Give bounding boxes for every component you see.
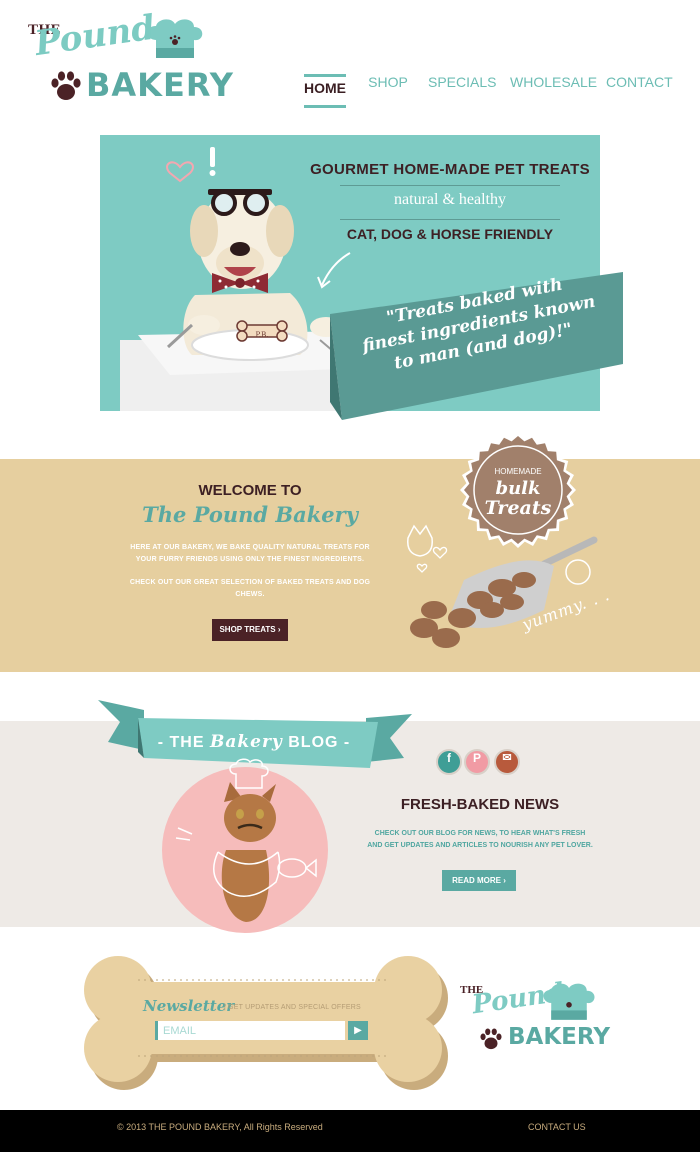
logo-bakery: BAKERY [508, 1024, 610, 1050]
logo-bakery: BAKERY [86, 66, 234, 104]
shop-treats-button[interactable]: SHOP TREATS › [212, 619, 288, 641]
blog-heading: FRESH-BAKED NEWS [400, 796, 560, 813]
cat-illustration [175, 758, 317, 922]
pinterest-icon[interactable]: P [464, 749, 490, 775]
welcome-heading: WELCOME TO [198, 482, 302, 499]
footer-contact-link[interactable]: CONTACT US [528, 1122, 586, 1132]
blog-text: CHECK OUT OUR BLOG FOR NEWS, TO HEAR WHA… [367, 830, 593, 849]
hero-tagline-treats: GOURMET HOME-MADE PET TREATS [310, 161, 590, 178]
newsletter-subtitle: | GET UPDATES AND SPECIAL OFFERS [224, 1004, 361, 1011]
paw-icon [51, 71, 81, 100]
welcome-text-2: CHECK OUT OUR GREAT SELECTION OF BAKED T… [129, 579, 371, 598]
svg-text:bulk: bulk [496, 478, 541, 499]
newsletter-title: Newsletter [143, 997, 235, 1015]
bone-label: P.B. [256, 331, 269, 339]
welcome-text-1: HERE AT OUR BAKERY, WE BAKE QUALITY NATU… [130, 544, 370, 563]
submit-arrow-button[interactable]: ▶ [348, 1021, 368, 1040]
svg-text:HOMEMADE: HOMEMADE [494, 467, 541, 476]
read-more-button[interactable]: READ MORE › [442, 870, 516, 891]
email-input[interactable] [155, 1021, 345, 1040]
hero-tagline-natural: natural & healthy [394, 191, 506, 208]
hero-divider [340, 185, 560, 186]
welcome-bakery-name: The Pound Bakery [142, 502, 358, 527]
copyright-text: © 2013 THE POUND BAKERY, All Rights Rese… [117, 1122, 323, 1132]
nav-shop[interactable]: SHOP [368, 74, 408, 102]
hero-tagline-friendly: CAT, DOG & HORSE FRIENDLY [346, 226, 554, 242]
nav-wholesale[interactable]: WHOLESALE [510, 74, 597, 102]
footer [0, 1110, 700, 1152]
blog-ribbon-title: - THE Bakery BLOG - [157, 732, 351, 752]
facebook-icon[interactable]: f [436, 749, 462, 775]
footer-brand-logo[interactable]: THE Pound BAKERY [458, 978, 610, 1058]
logo-pound: Pound [32, 7, 158, 64]
brand-logo[interactable]: THE Pound BAKERY [28, 8, 233, 108]
nav-specials[interactable]: SPECIALS [428, 74, 496, 102]
nav-contact[interactable]: CONTACT [606, 74, 673, 102]
paw-icon [480, 1028, 502, 1050]
hero-divider [340, 219, 560, 220]
main-nav: HOME SHOP SPECIALS WHOLESALE CONTACT [298, 74, 678, 108]
email-icon[interactable]: ✉ [494, 749, 520, 775]
nav-home[interactable]: HOME [304, 74, 346, 108]
svg-text:Treats: Treats [485, 497, 552, 519]
treats-scoop-illustration [407, 524, 598, 648]
